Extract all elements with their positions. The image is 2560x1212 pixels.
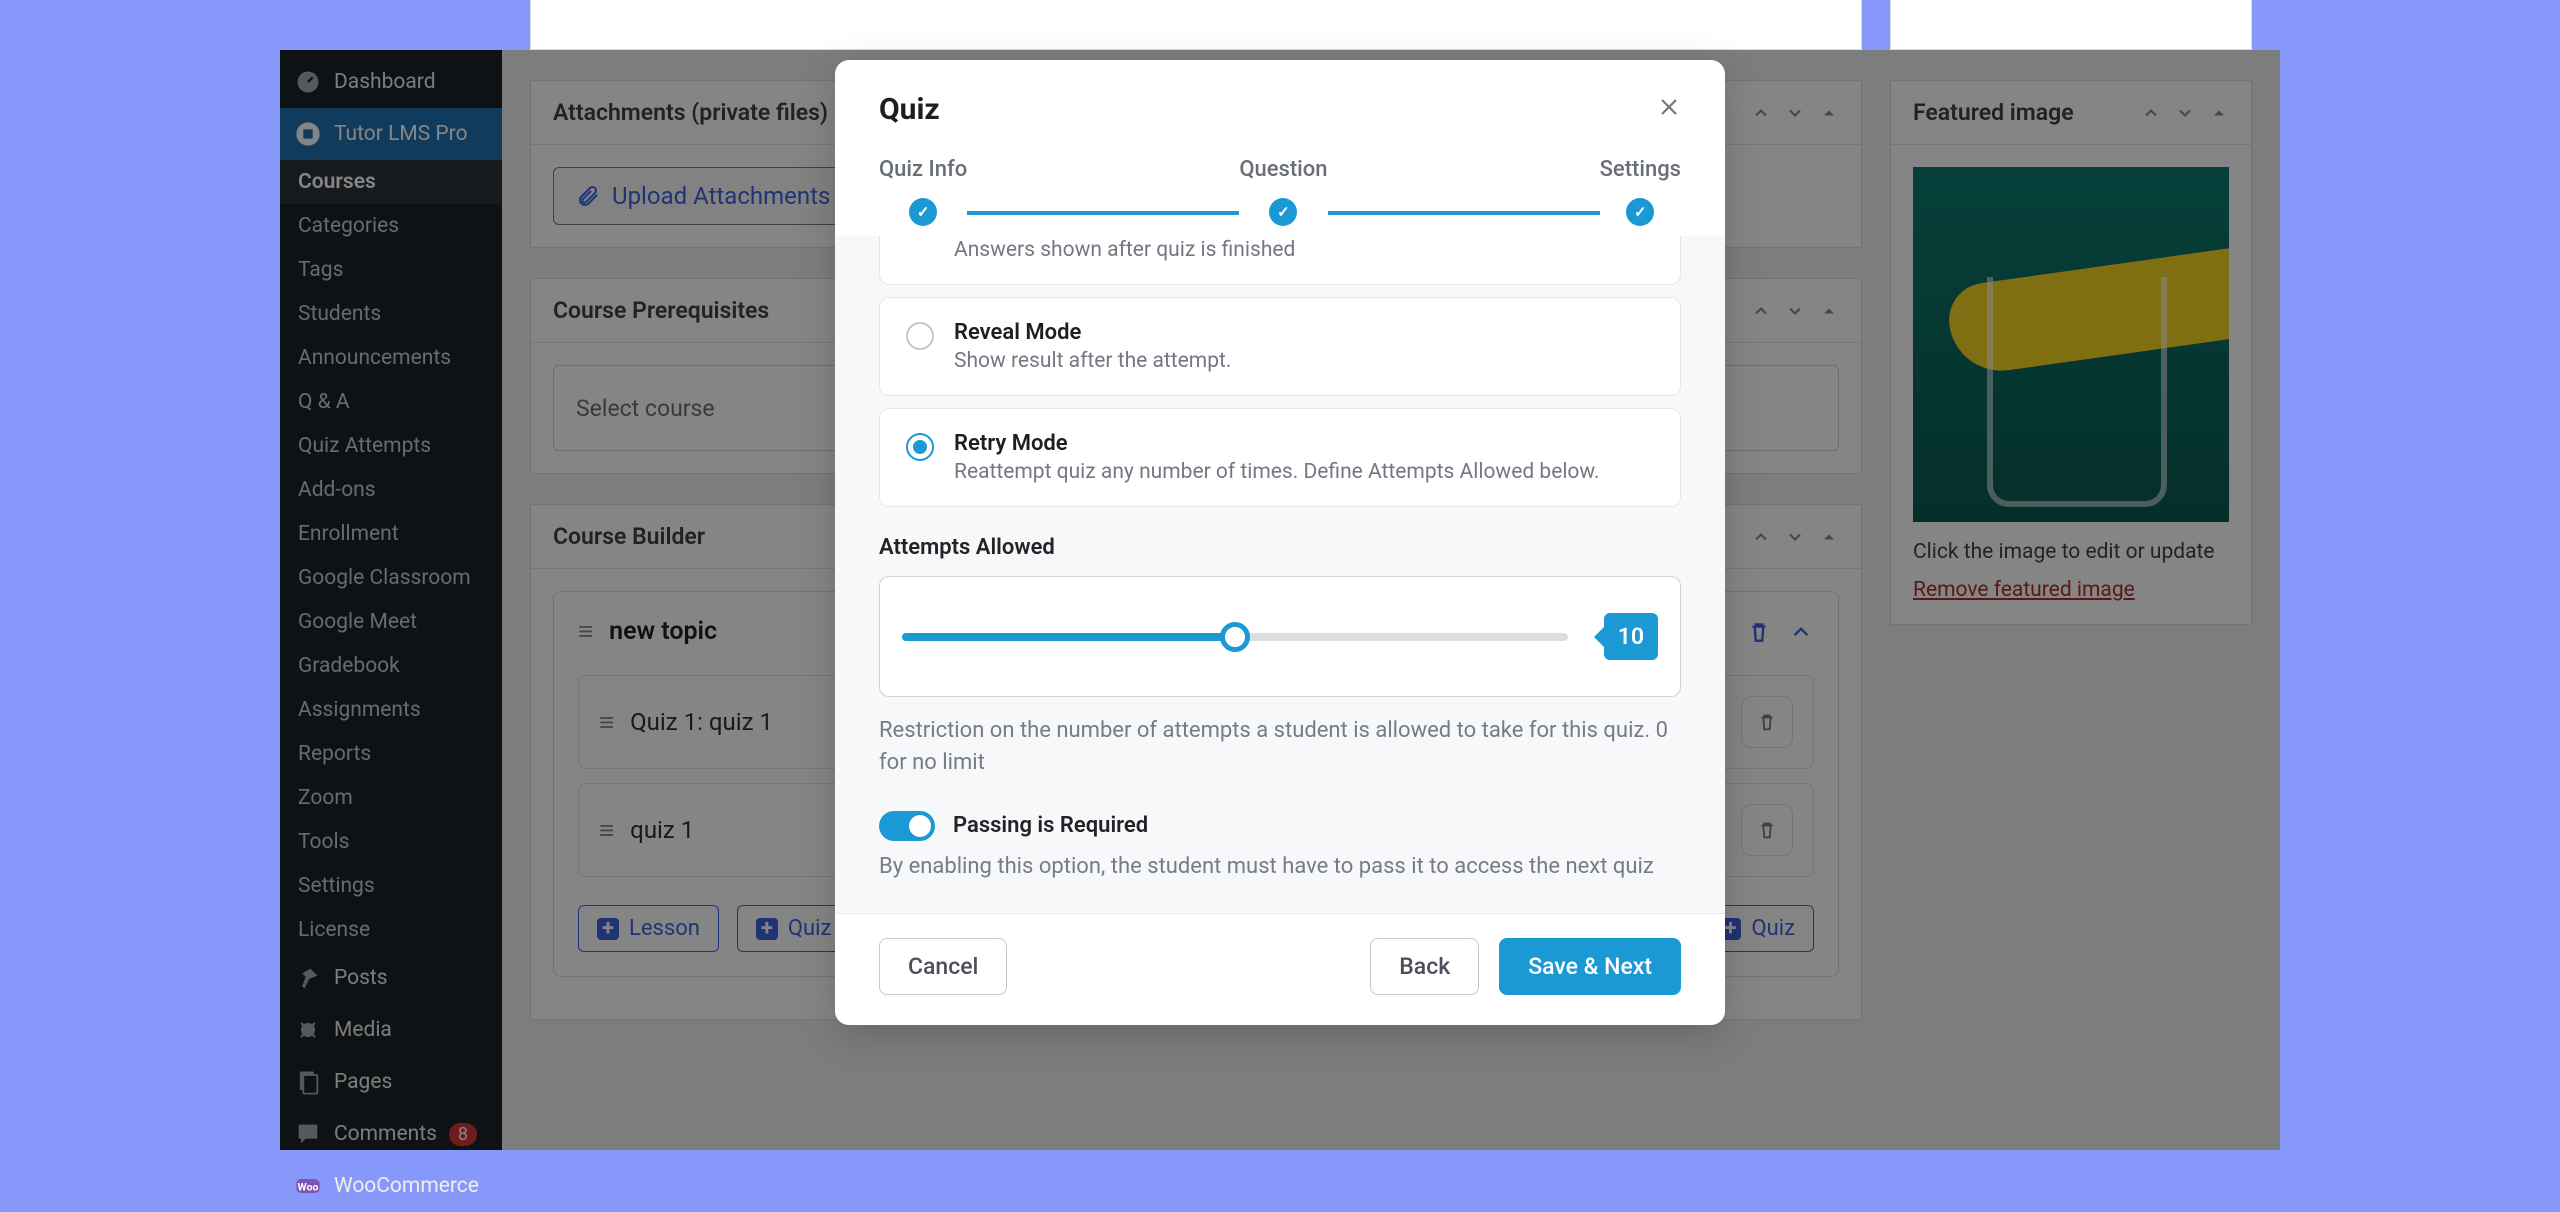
modal-body: Answers shown after quiz is finished Rev… [835,236,1725,913]
passing-label: Passing is Required [953,813,1148,838]
quiz-modal: Quiz Quiz Info Question Settings Answers… [835,60,1725,1025]
passing-toggle-row: Passing is Required [879,811,1681,841]
step-dot-icon [1626,198,1654,226]
modal-title-text: Quiz [879,92,940,127]
slider-value: 10 [1604,613,1658,660]
close-icon[interactable] [1657,92,1681,127]
sidebar-woocommerce[interactable]: Woo WooCommerce [280,1160,502,1212]
radio-on-icon[interactable] [906,433,934,461]
step-dot-icon [909,198,937,226]
reveal-title: Reveal Mode [954,320,1231,345]
back-button[interactable]: Back [1370,938,1479,995]
attempts-help: Restriction on the number of attempts a … [879,715,1681,779]
cancel-button[interactable]: Cancel [879,938,1007,995]
app-window: Dashboard Tutor LMS Pro CoursesCategorie… [280,50,2280,1150]
step-question[interactable]: Question [1239,157,1327,226]
sidebar-woo-label: WooCommerce [334,1174,479,1198]
passing-toggle[interactable] [879,811,935,841]
retry-sub: Reattempt quiz any number of times. Defi… [954,460,1599,484]
passing-help: By enabling this option, the student mus… [879,851,1681,883]
radio-off-icon[interactable] [906,322,934,350]
save-next-button[interactable]: Save & Next [1499,938,1681,995]
stepper: Quiz Info Question Settings [879,157,1681,226]
modal-footer: Cancel Back Save & Next [835,913,1725,1025]
step-settings[interactable]: Settings [1600,157,1681,226]
step-line [1328,211,1600,215]
reveal-sub: Show result after the attempt. [954,349,1231,373]
panel-partial-top [530,0,1862,50]
slider-track[interactable] [902,633,1568,641]
step-dot-icon [1269,198,1297,226]
option-partial-top[interactable]: Answers shown after quiz is finished [879,236,1681,285]
panel-partial-right [1890,0,2252,50]
retry-title: Retry Mode [954,431,1599,456]
slider-fill [902,633,1235,641]
attempts-slider[interactable]: 10 [879,576,1681,697]
step-quiz-info[interactable]: Quiz Info [879,157,967,226]
modal-header: Quiz Quiz Info Question Settings [835,60,1725,226]
attempts-label: Attempts Allowed [879,535,1681,560]
svg-text:Woo: Woo [298,1181,319,1194]
step-line [967,211,1239,215]
option-retry-mode[interactable]: Retry Mode Reattempt quiz any number of … [879,408,1681,507]
option-reveal-mode[interactable]: Reveal Mode Show result after the attemp… [879,297,1681,396]
slider-thumb[interactable] [1220,622,1250,652]
option-partial-sub: Answers shown after quiz is finished [954,238,1295,262]
woo-icon: Woo [294,1172,322,1200]
